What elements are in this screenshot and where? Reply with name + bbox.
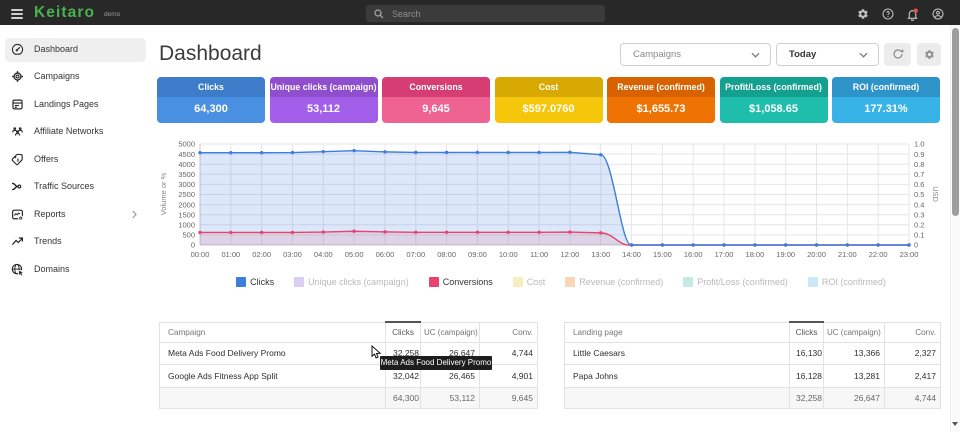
svg-text:0.1: 0.1 bbox=[914, 231, 924, 240]
svg-text:05:00: 05:00 bbox=[345, 250, 364, 259]
svg-text:3000: 3000 bbox=[178, 180, 195, 189]
svg-text:2500: 2500 bbox=[178, 190, 195, 199]
svg-text:23:00: 23:00 bbox=[900, 250, 919, 259]
svg-text:1500: 1500 bbox=[178, 210, 195, 219]
svg-text:16:00: 16:00 bbox=[684, 250, 703, 259]
svg-text:09:00: 09:00 bbox=[468, 250, 487, 259]
svg-text:USD: USD bbox=[931, 186, 940, 202]
svg-text:15:00: 15:00 bbox=[653, 250, 672, 259]
svg-text:01:00: 01:00 bbox=[221, 250, 240, 259]
svg-text:07:00: 07:00 bbox=[406, 250, 425, 259]
svg-text:1000: 1000 bbox=[178, 221, 195, 230]
svg-text:00:00: 00:00 bbox=[191, 250, 210, 259]
svg-text:Volume or %: Volume or % bbox=[159, 172, 168, 215]
svg-text:18:00: 18:00 bbox=[745, 250, 764, 259]
svg-text:13:00: 13:00 bbox=[591, 250, 610, 259]
svg-text:10:00: 10:00 bbox=[499, 250, 518, 259]
svg-text:5000: 5000 bbox=[178, 140, 195, 149]
svg-text:0.3: 0.3 bbox=[914, 210, 924, 219]
svg-text:22:00: 22:00 bbox=[869, 250, 888, 259]
svg-text:12:00: 12:00 bbox=[561, 250, 580, 259]
svg-text:19:00: 19:00 bbox=[776, 250, 795, 259]
svg-text:20:00: 20:00 bbox=[807, 250, 826, 259]
svg-text:03:00: 03:00 bbox=[283, 250, 302, 259]
svg-text:14:00: 14:00 bbox=[622, 250, 641, 259]
svg-text:06:00: 06:00 bbox=[376, 250, 395, 259]
svg-text:0: 0 bbox=[191, 241, 195, 250]
svg-text:4500: 4500 bbox=[178, 150, 195, 159]
svg-text:0.7: 0.7 bbox=[914, 170, 924, 179]
svg-text:0.6: 0.6 bbox=[914, 180, 924, 189]
svg-text:0.5: 0.5 bbox=[914, 190, 924, 199]
svg-text:0.8: 0.8 bbox=[914, 160, 924, 169]
svg-text:11:00: 11:00 bbox=[530, 250, 548, 259]
svg-text:0.4: 0.4 bbox=[914, 200, 924, 209]
svg-text:500: 500 bbox=[182, 231, 195, 240]
svg-text:02:00: 02:00 bbox=[252, 250, 271, 259]
svg-text:2000: 2000 bbox=[178, 200, 195, 209]
svg-text:04:00: 04:00 bbox=[314, 250, 333, 259]
svg-text:1.0: 1.0 bbox=[914, 140, 924, 149]
svg-text:0.9: 0.9 bbox=[914, 150, 924, 159]
svg-text:08:00: 08:00 bbox=[437, 250, 456, 259]
svg-text:4000: 4000 bbox=[178, 160, 195, 169]
svg-text:21:00: 21:00 bbox=[838, 250, 857, 259]
svg-text:0.2: 0.2 bbox=[914, 221, 924, 230]
svg-text:0: 0 bbox=[914, 241, 918, 250]
svg-text:17:00: 17:00 bbox=[715, 250, 734, 259]
svg-text:3500: 3500 bbox=[178, 170, 195, 179]
